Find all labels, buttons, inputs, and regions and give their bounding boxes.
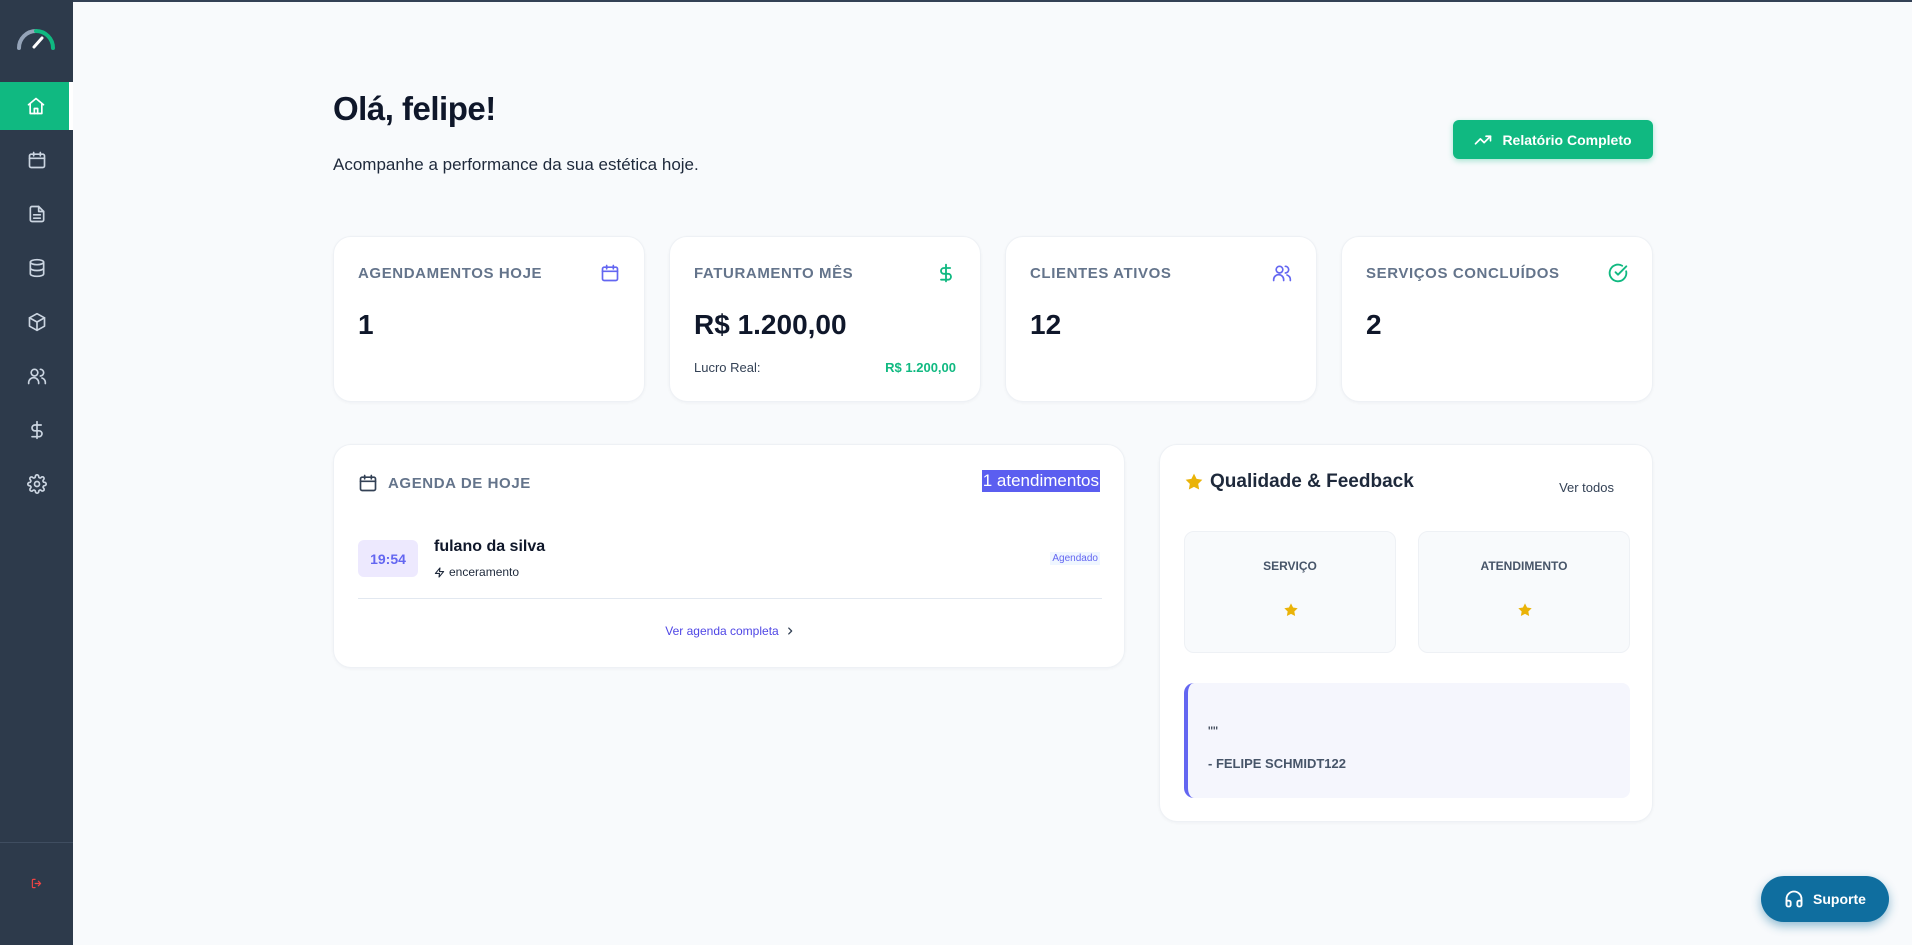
divider <box>358 598 1102 599</box>
document-icon <box>29 205 45 223</box>
quality-title: Qualidade & Feedback <box>1210 471 1414 492</box>
profit-label: Lucro Real: <box>694 360 761 375</box>
feedback-author: - FELIPE SCHMIDT122 <box>1208 756 1346 771</box>
stat-label: CLIENTES ATIVOS <box>1030 265 1172 282</box>
settings-icon <box>26 474 47 494</box>
sidebar-item-home[interactable] <box>0 82 73 130</box>
calendar-icon <box>28 151 45 169</box>
rating-label: SERVIÇO <box>1263 559 1317 573</box>
quality-feedback-card: Qualidade & Feedback Ver todos SERVIÇO A… <box>1159 444 1653 822</box>
database-icon <box>29 258 45 278</box>
stat-value: 2 <box>1366 309 1382 340</box>
view-all-link[interactable]: Ver todos <box>1559 480 1614 495</box>
support-label: Suporte <box>1813 891 1866 907</box>
agenda-card: AGENDA DE HOJE 1 atendimentos 19:54 fula… <box>333 444 1125 668</box>
appointment-service-label: enceramento <box>449 565 520 579</box>
rating-box-attendance: ATENDIMENTO <box>1418 531 1630 653</box>
stat-card-revenue: FATURAMENTO MÊS R$ 1.200,00 Lucro Real: … <box>669 236 981 402</box>
top-border <box>0 0 1912 2</box>
status-badge: Agendado <box>1050 552 1100 565</box>
users-icon <box>1272 265 1292 282</box>
stat-label: AGENDAMENTOS HOJE <box>358 265 543 282</box>
stat-value: R$ 1.200,00 <box>694 309 847 340</box>
page-subtitle: Acompanhe a performance da sua estética … <box>333 155 699 174</box>
rating-label: ATENDIMENTO <box>1480 559 1568 573</box>
appointment-service: enceramento <box>434 565 519 579</box>
logout-icon <box>31 878 42 888</box>
star-icon <box>1185 473 1203 490</box>
agenda-title: AGENDA DE HOJE <box>388 474 531 492</box>
speedometer-logo-icon <box>17 29 55 50</box>
headphones-icon <box>1785 890 1803 908</box>
stat-label: SERVIÇOS CONCLUÍDOS <box>1366 265 1560 282</box>
stat-value: 12 <box>1030 309 1062 340</box>
sidebar-item-database[interactable] <box>0 244 73 292</box>
lightning-icon <box>434 566 445 578</box>
star-icon <box>1518 603 1532 616</box>
sidebar-item-clients[interactable] <box>0 352 73 400</box>
star-icon <box>1284 603 1298 616</box>
sidebar-item-documents[interactable] <box>0 190 73 238</box>
stat-value: 1 <box>358 309 374 340</box>
dollar-icon <box>30 420 43 440</box>
rating-box-service: SERVIÇO <box>1184 531 1396 653</box>
box-icon <box>28 312 45 332</box>
sidebar-item-finance[interactable] <box>0 406 73 454</box>
sidebar-item-settings[interactable] <box>0 460 73 508</box>
agenda-header: AGENDA DE HOJE <box>358 473 531 493</box>
check-circle-icon <box>1608 263 1628 283</box>
home-icon <box>27 97 44 115</box>
support-button[interactable]: Suporte <box>1761 876 1889 922</box>
sidebar-item-products[interactable] <box>0 298 73 346</box>
calendar-icon <box>601 264 619 282</box>
appointments-count: 1 atendimentos <box>981 470 1100 492</box>
stat-card-services: SERVIÇOS CONCLUÍDOS 2 <box>1341 236 1653 402</box>
stat-card-appointments: AGENDAMENTOS HOJE 1 <box>333 236 645 402</box>
profit-value: R$ 1.200,00 <box>885 360 956 375</box>
page-title: Olá, felipe! <box>333 90 496 127</box>
view-full-agenda-label: Ver agenda completa <box>665 624 779 638</box>
appointment-time: 19:54 <box>358 540 418 577</box>
sidebar-item-calendar[interactable] <box>0 136 73 184</box>
dollar-icon <box>940 263 952 283</box>
logout-button[interactable] <box>0 868 73 898</box>
quality-header: Qualidade & Feedback <box>1184 471 1414 493</box>
trending-up-icon <box>1475 134 1492 145</box>
users-icon <box>27 368 46 385</box>
view-full-agenda-link[interactable]: Ver agenda completa <box>334 624 1126 638</box>
stat-label: FATURAMENTO MÊS <box>694 265 854 282</box>
feedback-quote: "" - FELIPE SCHMIDT122 <box>1184 683 1630 798</box>
stat-card-clients: CLIENTES ATIVOS 12 <box>1005 236 1317 402</box>
sidebar-divider <box>0 842 73 843</box>
sidebar <box>0 0 73 945</box>
calendar-icon <box>359 474 377 492</box>
full-report-button[interactable]: Relatório Completo <box>1453 120 1653 159</box>
appointment-client[interactable]: fulano da silva <box>434 538 545 556</box>
chevron-right-icon <box>787 627 792 635</box>
full-report-label: Relatório Completo <box>1502 131 1632 148</box>
feedback-text: "" <box>1208 723 1218 739</box>
